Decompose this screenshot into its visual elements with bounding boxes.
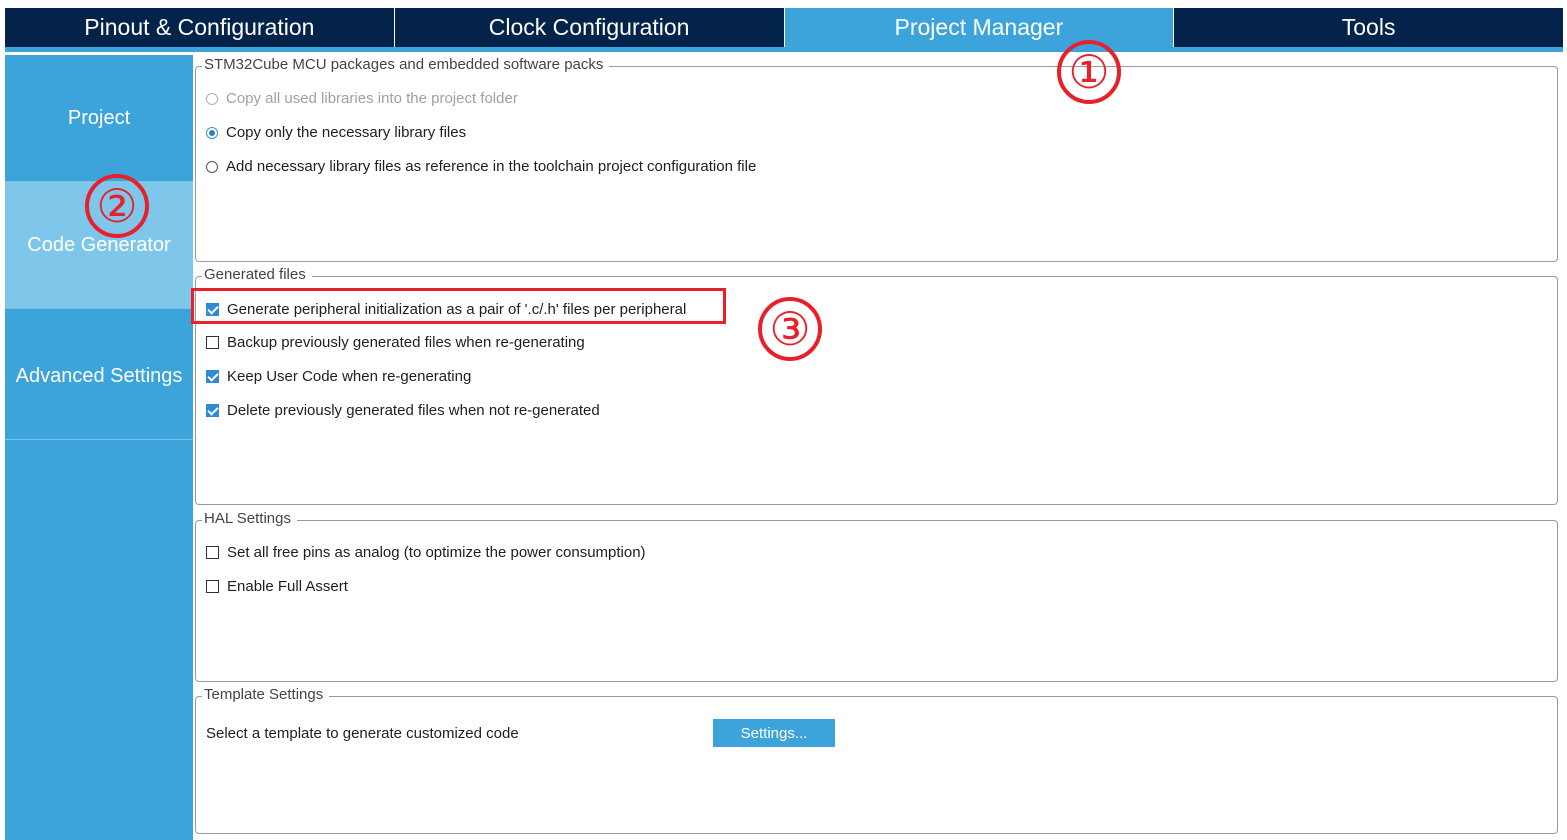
tab-clock-configuration[interactable]: Clock Configuration xyxy=(395,8,785,47)
checkbox[interactable] xyxy=(206,370,219,383)
tab-project-manager[interactable]: Project Manager xyxy=(784,8,1175,47)
tab-tools[interactable]: Tools xyxy=(1174,8,1563,47)
highlight-box xyxy=(191,288,726,324)
checkbox-delete-previous-files[interactable]: Delete previously generated files when n… xyxy=(206,402,600,419)
mcu-packages-group: STM32Cube MCU packages and embedded soft… xyxy=(195,56,1558,262)
sidebar: Project Code Generator Advanced Settings xyxy=(5,55,193,840)
top-tab-bar: Pinout & Configuration Clock Configurati… xyxy=(5,8,1563,47)
tab-pinout-configuration[interactable]: Pinout & Configuration xyxy=(5,8,395,47)
settings-button[interactable]: Settings... xyxy=(713,719,835,747)
checkbox-enable-full-assert[interactable]: Enable Full Assert xyxy=(206,578,348,595)
radio-button[interactable] xyxy=(206,126,218,139)
template-description: Select a template to generate customized… xyxy=(206,725,519,742)
sidebar-item-project[interactable]: Project xyxy=(5,55,193,182)
checkbox-backup-generated-files[interactable]: Backup previously generated files when r… xyxy=(206,334,585,351)
group-title: Generated files xyxy=(202,266,312,283)
radio-copy-necessary-files[interactable]: Copy only the necessary library files xyxy=(206,124,466,141)
checkbox[interactable] xyxy=(206,404,219,417)
hal-settings-group: HAL Settings Set all free pins as analog… xyxy=(195,510,1558,682)
option-label: Add necessary library files as reference… xyxy=(226,158,757,175)
sidebar-item-advanced-settings[interactable]: Advanced Settings xyxy=(5,313,193,440)
checkbox[interactable] xyxy=(206,546,219,559)
active-tab-underline xyxy=(5,47,1563,52)
group-title: STM32Cube MCU packages and embedded soft… xyxy=(202,56,610,73)
group-title: Template Settings xyxy=(202,686,330,703)
checkbox-free-pins-analog[interactable]: Set all free pins as analog (to optimize… xyxy=(206,544,646,561)
radio-button[interactable] xyxy=(206,92,218,105)
option-label: Set all free pins as analog (to optimize… xyxy=(227,544,646,561)
annotation-marker-2: ② xyxy=(85,174,149,238)
group-title: HAL Settings xyxy=(202,510,297,527)
checkbox-keep-user-code[interactable]: Keep User Code when re-generating xyxy=(206,368,471,385)
annotation-marker-1: ① xyxy=(1057,40,1121,104)
checkbox[interactable] xyxy=(206,580,219,593)
annotation-marker-3: ③ xyxy=(758,297,822,361)
checkbox[interactable] xyxy=(206,336,219,349)
option-label: Keep User Code when re-generating xyxy=(227,368,472,385)
radio-copy-all-libraries[interactable]: Copy all used libraries into the project… xyxy=(206,90,518,107)
template-settings-group: Template Settings Select a template to g… xyxy=(195,686,1558,834)
radio-button[interactable] xyxy=(206,160,218,173)
option-label: Delete previously generated files when n… xyxy=(227,402,600,419)
option-label: Enable Full Assert xyxy=(227,578,348,595)
option-label: Copy only the necessary library files xyxy=(226,124,467,141)
option-label: Copy all used libraries into the project… xyxy=(226,90,518,107)
radio-add-as-reference[interactable]: Add necessary library files as reference… xyxy=(206,158,756,175)
option-label: Backup previously generated files when r… xyxy=(227,334,585,351)
